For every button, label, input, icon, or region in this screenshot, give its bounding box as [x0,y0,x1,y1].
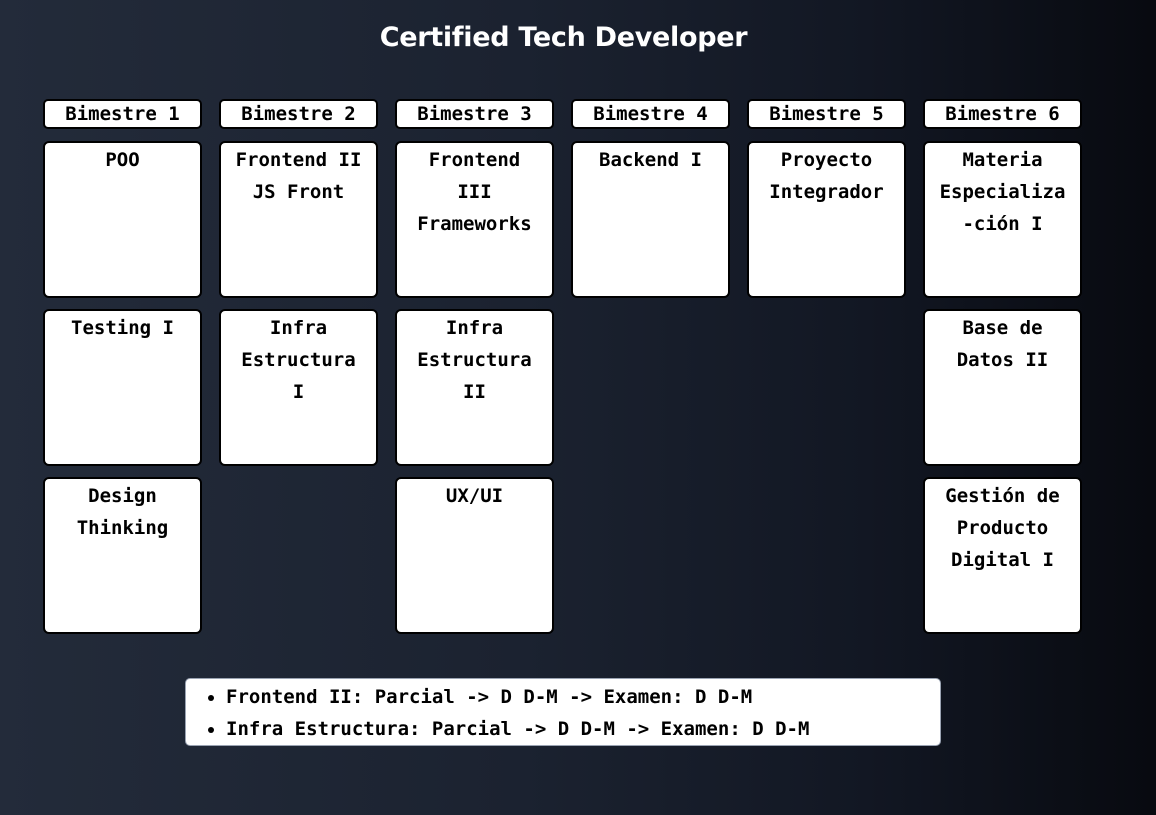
note-item: Frontend II: Parcial -> D D-M -> Examen:… [226,681,940,713]
subject-card[interactable]: Proyecto Integrador [747,141,906,298]
subject-card[interactable]: Gestión de Producto Digital I [923,477,1082,634]
subject-card[interactable]: Infra Estructura I [219,309,378,466]
page-title: Certified Tech Developer [379,22,748,53]
column-bimestre-6: Bimestre 6 Materia Especializa -ción I B… [923,99,1082,645]
column-header: Bimestre 3 [395,99,554,129]
column-header: Bimestre 2 [219,99,378,129]
column-bimestre-4: Bimestre 4 Backend I [571,99,730,645]
subject-card[interactable]: POO [43,141,202,298]
column-bimestre-1: Bimestre 1 POO Testing I Design Thinking [43,99,202,645]
notes-box: Frontend II: Parcial -> D D-M -> Examen:… [185,678,941,746]
curriculum-grid: Bimestre 1 POO Testing I Design Thinking… [43,99,1082,645]
notes-list: Frontend II: Parcial -> D D-M -> Examen:… [186,681,940,745]
subject-card[interactable]: Testing I [43,309,202,466]
subject-card[interactable]: Frontend III Frameworks [395,141,554,298]
subject-card[interactable]: Frontend II JS Front [219,141,378,298]
column-bimestre-3: Bimestre 3 Frontend III Frameworks Infra… [395,99,554,645]
subject-card[interactable]: Infra Estructura II [395,309,554,466]
column-header: Bimestre 4 [571,99,730,129]
subject-card[interactable]: Design Thinking [43,477,202,634]
subject-card[interactable]: Backend I [571,141,730,298]
note-item: Infra Estructura: Parcial -> D D-M -> Ex… [226,713,940,745]
subject-card[interactable]: Base de Datos II [923,309,1082,466]
column-header: Bimestre 6 [923,99,1082,129]
column-bimestre-2: Bimestre 2 Frontend II JS Front Infra Es… [219,99,378,645]
column-bimestre-5: Bimestre 5 Proyecto Integrador [747,99,906,645]
column-header: Bimestre 5 [747,99,906,129]
subject-card[interactable]: Materia Especializa -ción I [923,141,1082,298]
column-header: Bimestre 1 [43,99,202,129]
subject-card[interactable]: UX/UI [395,477,554,634]
